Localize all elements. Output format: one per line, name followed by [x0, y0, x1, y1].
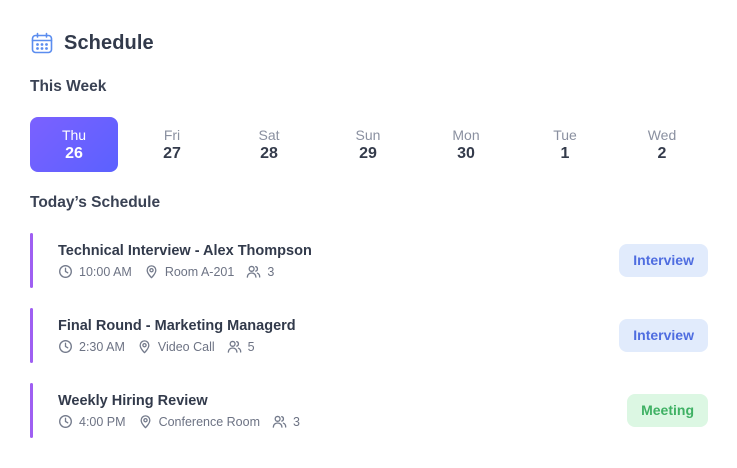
event-time-text: 4:00 PM [79, 414, 126, 429]
page-title: Schedule [64, 31, 154, 54]
day-name: Tue [553, 127, 577, 143]
day-sun[interactable]: Sun 29 [324, 117, 412, 172]
day-name: Fri [163, 127, 181, 143]
day-number: 1 [560, 145, 570, 162]
event-accent-bar [30, 233, 33, 288]
event-attendees: 3 [246, 264, 274, 279]
event-time: 4:00 PM [58, 414, 126, 429]
event-time-text: 10:00 AM [79, 264, 132, 279]
this-week-label: This Week [30, 78, 107, 95]
day-number: 30 [457, 145, 475, 162]
day-name: Wed [647, 127, 677, 143]
event-time: 2:30 AM [58, 339, 125, 354]
event-location-text: Video Call [157, 339, 215, 354]
day-thu[interactable]: Thu 26 [30, 117, 118, 172]
event-attendees-count: 5 [247, 339, 255, 354]
event-type-badge: Interview [619, 319, 708, 352]
users-icon [227, 339, 248, 354]
day-mon[interactable]: Mon 30 [422, 117, 510, 172]
event-location: Video Call [137, 339, 215, 354]
schedule-header: Schedule [30, 31, 154, 55]
day-wed[interactable]: Wed 2 [618, 117, 706, 172]
clock-icon [58, 339, 79, 354]
event-title: Weekly Hiring Review [58, 393, 208, 409]
event-attendees-count: 3 [267, 264, 275, 279]
day-number: 2 [657, 145, 667, 162]
event-attendees: 5 [227, 339, 255, 354]
event-meta: 4:00 PM Conference Room 3 [58, 414, 312, 429]
day-number: 27 [163, 145, 181, 162]
location-pin-icon [137, 339, 158, 354]
event-location: Room A-201 [144, 264, 234, 279]
event-accent-bar [30, 383, 33, 438]
clock-icon [58, 414, 79, 429]
users-icon [246, 264, 267, 279]
event-item[interactable]: Final Round - Marketing Managerd 2:30 AM… [30, 308, 708, 363]
event-attendees-count: 3 [293, 414, 300, 429]
day-name: Sun [355, 127, 381, 143]
event-location: Conference Room [138, 414, 260, 429]
day-tue[interactable]: Tue 1 [521, 117, 609, 172]
users-icon [272, 414, 293, 429]
location-pin-icon [138, 414, 159, 429]
clock-icon [58, 264, 79, 279]
location-pin-icon [144, 264, 165, 279]
day-number: 28 [260, 145, 278, 162]
day-sat[interactable]: Sat 28 [225, 117, 313, 172]
day-name: Mon [452, 127, 480, 143]
event-item[interactable]: Weekly Hiring Review 4:00 PM Conference … [30, 383, 708, 438]
event-attendees: 3 [272, 414, 300, 429]
day-name: Thu [61, 127, 87, 143]
event-type-badge: Meeting [627, 394, 708, 427]
event-title: Technical Interview - Alex Thompson [58, 243, 312, 259]
day-number: 26 [65, 145, 83, 162]
event-meta: 10:00 AM Room A-201 3 [58, 264, 286, 279]
event-title: Final Round - Marketing Managerd [58, 318, 296, 334]
event-location-text: Conference Room [158, 414, 261, 429]
event-time: 10:00 AM [58, 264, 132, 279]
week-day-selector: Thu 26 Fri 27 Sat 28 Sun 29 Mon 30 Tue 1… [30, 117, 710, 172]
calendar-icon [30, 31, 54, 55]
event-meta: 2:30 AM Video Call 5 [58, 339, 267, 354]
event-location-text: Room A-201 [164, 264, 235, 279]
day-name: Sat [258, 127, 280, 143]
todays-schedule-label: Today’s Schedule [30, 194, 161, 211]
event-accent-bar [30, 308, 33, 363]
day-fri[interactable]: Fri 27 [128, 117, 216, 172]
day-number: 29 [359, 145, 377, 162]
event-time-text: 2:30 AM [79, 339, 125, 354]
event-item[interactable]: Technical Interview - Alex Thompson 10:0… [30, 233, 708, 288]
event-type-badge: Interview [619, 244, 708, 277]
